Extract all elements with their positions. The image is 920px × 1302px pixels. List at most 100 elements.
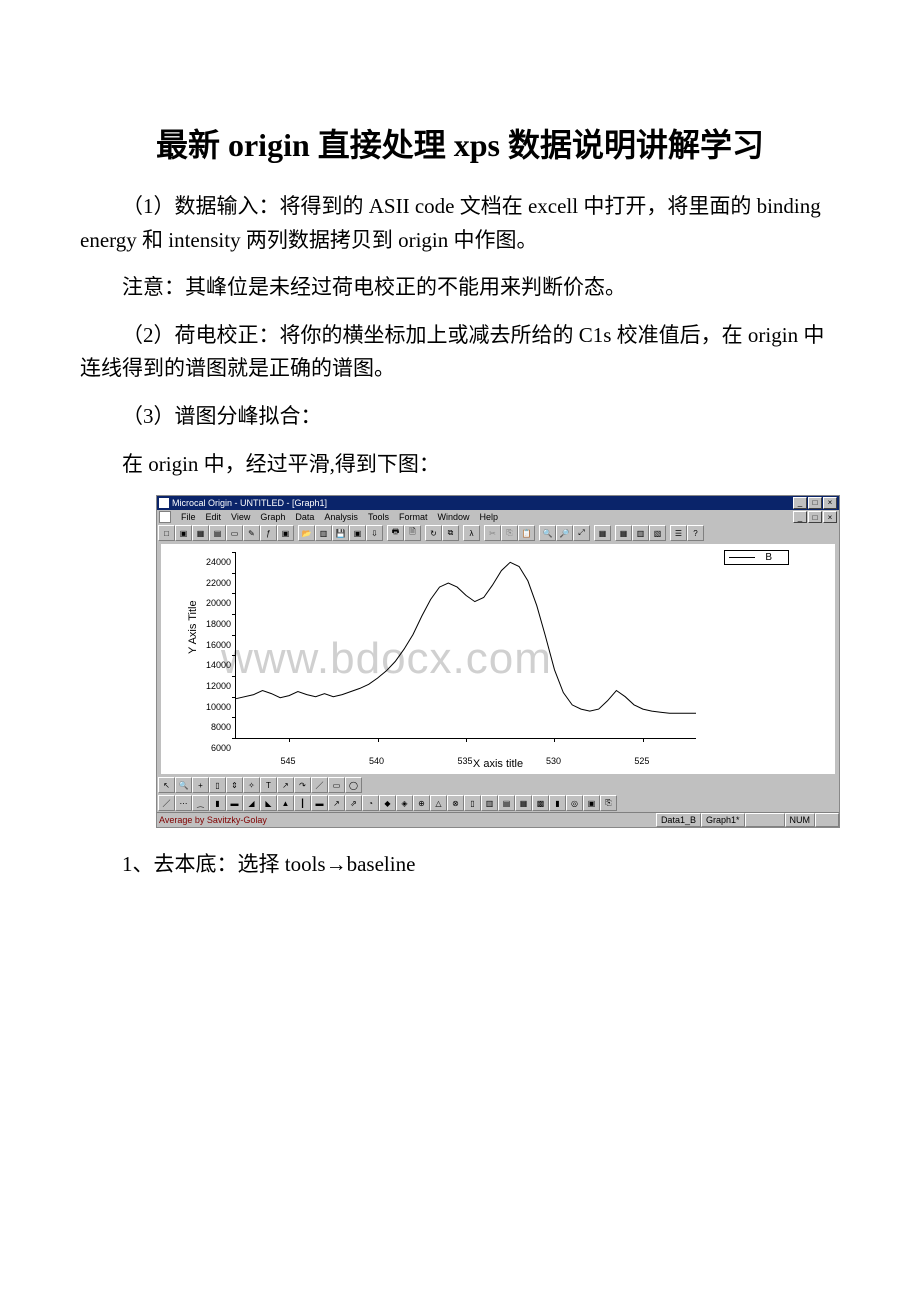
menu-help[interactable]: Help	[479, 512, 498, 522]
results-log-button[interactable]: ☰	[670, 525, 687, 541]
circle-tool[interactable]: ◯	[345, 777, 362, 793]
doc-title: 最新 origin 直接处理 xps 数据说明讲解学习	[80, 120, 840, 166]
arrow-tool[interactable]: ↗	[277, 777, 294, 793]
new-notes-button[interactable]: ✎	[243, 525, 260, 541]
line-symbol-button[interactable]: ⁔	[192, 795, 209, 811]
bar-plot-button[interactable]: ▬	[226, 795, 243, 811]
app-icon	[159, 498, 169, 508]
mdi-maximize-button[interactable]: □	[808, 511, 822, 523]
zoom-tool[interactable]: 🔍	[175, 777, 192, 793]
cut-button[interactable]: ✂	[484, 525, 501, 541]
hist-plot-button[interactable]: ▥	[481, 795, 498, 811]
status-bar: Average by Savitzky-Golay Data1_B Graph1…	[157, 812, 839, 827]
import-button[interactable]: ⇩	[366, 525, 383, 541]
rescale-button[interactable]: ⤢	[573, 525, 590, 541]
new-excel-button[interactable]: ▦	[192, 525, 209, 541]
paragraph-2: 注意：其峰位是未经过荷电校正的不能用来判断价态。	[80, 271, 840, 305]
new-matrix-button[interactable]: ▤	[209, 525, 226, 541]
new-project-button[interactable]: ▣	[277, 525, 294, 541]
extract-button[interactable]: ▥	[632, 525, 649, 541]
y-tick: 6000	[211, 743, 231, 753]
maximize-button[interactable]: □	[808, 497, 822, 509]
close-button[interactable]: ×	[823, 497, 837, 509]
box-plot-button[interactable]: ▯	[464, 795, 481, 811]
refresh-button[interactable]: ↻	[425, 525, 442, 541]
mdi-close-button[interactable]: ×	[823, 511, 837, 523]
text-tool[interactable]: T	[260, 777, 277, 793]
save-button[interactable]: 💾	[332, 525, 349, 541]
fill-area-button[interactable]: ▲	[277, 795, 294, 811]
window-title: Microcal Origin - UNTITLED - [Graph1]	[172, 498, 793, 508]
menu-tools[interactable]: Tools	[368, 512, 389, 522]
data-selector-tool[interactable]: ▯	[209, 777, 226, 793]
curved-arrow-tool[interactable]: ↷	[294, 777, 311, 793]
menu-edit[interactable]: Edit	[206, 512, 222, 522]
open-template-button[interactable]: ▥	[315, 525, 332, 541]
mdi-minimize-button[interactable]: _	[793, 511, 807, 523]
menu-file[interactable]: File	[181, 512, 196, 522]
qc-plot-button[interactable]: ▤	[498, 795, 515, 811]
status-num-cell: NUM	[785, 813, 816, 827]
stack-area-button[interactable]: ◣	[260, 795, 277, 811]
line-tool[interactable]: ／	[311, 777, 328, 793]
help-button[interactable]: ?	[687, 525, 704, 541]
print-button[interactable]: 🖶	[387, 525, 404, 541]
duplicate-button[interactable]: ⧉	[442, 525, 459, 541]
y-axis-label[interactable]: Y Axis Title	[187, 601, 199, 655]
print-preview-button[interactable]: 🗎	[404, 525, 421, 541]
menu-format[interactable]: Format	[399, 512, 428, 522]
polar-plot-button[interactable]: ⊕	[413, 795, 430, 811]
template-button[interactable]: ⎘	[600, 795, 617, 811]
legend[interactable]: B	[724, 550, 789, 565]
minimize-button[interactable]: _	[793, 497, 807, 509]
new-graph-button[interactable]: ▣	[175, 525, 192, 541]
zoom-out-button[interactable]: 🔎	[556, 525, 573, 541]
pointer-tool[interactable]: ↖	[158, 777, 175, 793]
menu-view[interactable]: View	[231, 512, 250, 522]
menu-window[interactable]: Window	[437, 512, 469, 522]
draw-data-tool[interactable]: ✧	[243, 777, 260, 793]
surface-plot-button[interactable]: ▦	[515, 795, 532, 811]
mdi-icon	[159, 511, 171, 523]
add-layer-button[interactable]: ▦	[594, 525, 611, 541]
wire-plot-button[interactable]: ▩	[532, 795, 549, 811]
legend-line-icon	[729, 557, 755, 558]
zoom-in-button[interactable]: 🔍	[539, 525, 556, 541]
x-axis-label[interactable]: X axis title	[473, 758, 523, 770]
paste-button[interactable]: 📋	[518, 525, 535, 541]
data-reader-tool[interactable]: ⇕	[226, 777, 243, 793]
bars3d-plot-button[interactable]: ▮	[549, 795, 566, 811]
smith-plot-button[interactable]: ⊗	[447, 795, 464, 811]
3d-xy-button[interactable]: ◈	[396, 795, 413, 811]
menu-analysis[interactable]: Analysis	[324, 512, 358, 522]
plot-area[interactable]: www.bdocx.com B Y Axis Title X axis titl…	[161, 544, 835, 774]
new-function-button[interactable]: ƒ	[260, 525, 277, 541]
open-button[interactable]: 📂	[298, 525, 315, 541]
reader-tool[interactable]: +	[192, 777, 209, 793]
rect-tool[interactable]: ▭	[328, 777, 345, 793]
column-plot-button[interactable]: ▮	[209, 795, 226, 811]
add-color-button[interactable]: ▦	[615, 525, 632, 541]
graph-window: 1 www.bdocx.com B Y Axis Title X axis ti…	[157, 542, 839, 776]
copy-button[interactable]: ⎘	[501, 525, 518, 541]
line-plot-button[interactable]: ／	[158, 795, 175, 811]
menu-bar: File Edit View Graph Data Analysis Tools…	[157, 510, 839, 524]
pie-plot-button[interactable]: ◔	[362, 795, 379, 811]
vector-xy-button[interactable]: ↗	[328, 795, 345, 811]
labtalk-button[interactable]: λ	[463, 525, 480, 541]
save-template-button[interactable]: ▣	[349, 525, 366, 541]
image-plot-button[interactable]: ▣	[583, 795, 600, 811]
contour-plot-button[interactable]: ◎	[566, 795, 583, 811]
3d-color-button[interactable]: ◆	[379, 795, 396, 811]
vector-xyam-button[interactable]: ⇗	[345, 795, 362, 811]
merge-button[interactable]: ▧	[649, 525, 666, 541]
ternary-plot-button[interactable]: △	[430, 795, 447, 811]
area-plot-button[interactable]: ◢	[243, 795, 260, 811]
menu-data[interactable]: Data	[295, 512, 314, 522]
scatter-plot-button[interactable]: ⋯	[175, 795, 192, 811]
hi-lo-button[interactable]: ┃	[294, 795, 311, 811]
new-layout-button[interactable]: ▭	[226, 525, 243, 541]
new-button[interactable]: □	[158, 525, 175, 541]
floating-bar-button[interactable]: ▬	[311, 795, 328, 811]
menu-graph[interactable]: Graph	[260, 512, 285, 522]
